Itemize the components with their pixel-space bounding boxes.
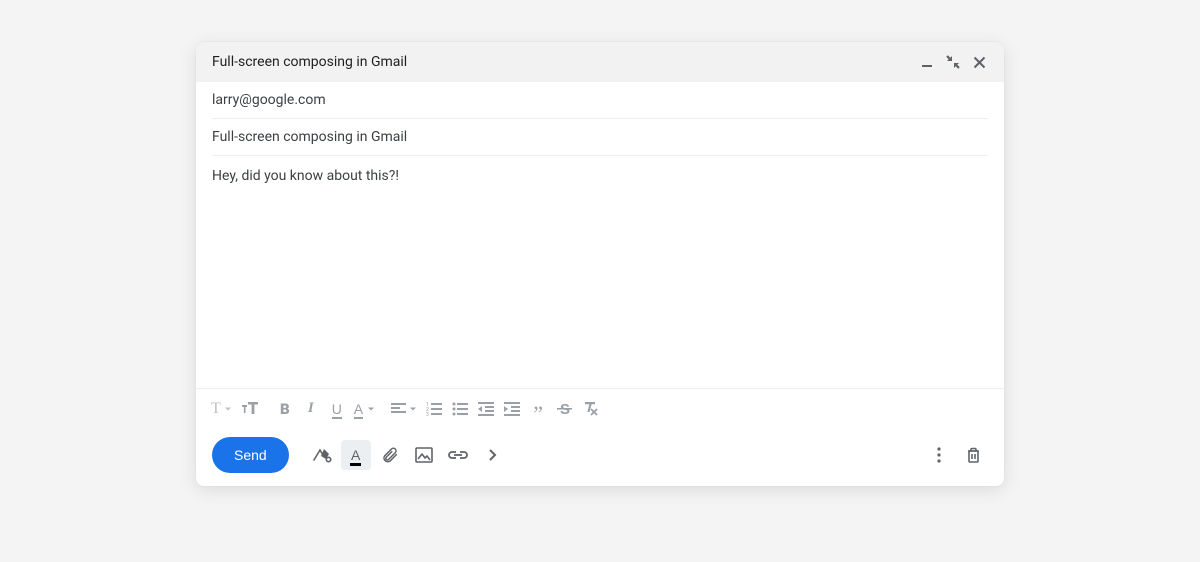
discard-draft-button[interactable]	[958, 440, 988, 470]
font-size-icon	[240, 401, 260, 417]
text-color-button[interactable]: A	[351, 395, 378, 423]
font-size-button[interactable]	[237, 395, 263, 423]
toggle-formatting-button[interactable]	[307, 440, 337, 470]
underline-icon: U	[332, 402, 342, 416]
strikethrough-icon: S	[557, 401, 572, 416]
pen-a-icon	[312, 446, 332, 464]
paperclip-icon	[381, 446, 399, 464]
numbered-list-button[interactable]: 123	[422, 395, 446, 423]
trash-icon	[966, 447, 981, 464]
close-icon	[973, 56, 986, 69]
align-button[interactable]	[388, 395, 420, 423]
text-style-button[interactable]: A	[341, 440, 371, 470]
bulleted-list-icon	[452, 402, 468, 416]
font-family-icon: T	[211, 400, 221, 418]
message-body[interactable]: Hey, did you know about this?!	[196, 156, 1004, 388]
bulleted-list-button[interactable]	[448, 395, 472, 423]
minimize-icon	[921, 56, 933, 68]
formatting-toolbar: T B I U A 123	[196, 388, 1004, 428]
close-button[interactable]	[968, 51, 990, 73]
header-fields: larry@google.com Full-screen composing i…	[196, 82, 1004, 156]
insert-link-button[interactable]	[443, 440, 473, 470]
strikethrough-button[interactable]: S	[552, 395, 576, 423]
subject-field[interactable]: Full-screen composing in Gmail	[212, 119, 988, 156]
italic-icon: I	[308, 400, 314, 417]
caret-down-icon	[224, 405, 232, 413]
more-vertical-icon	[937, 447, 941, 463]
italic-button[interactable]: I	[299, 395, 323, 423]
titlebar: Full-screen composing in Gmail	[196, 42, 1004, 82]
font-family-button[interactable]: T	[208, 395, 235, 423]
more-options-button[interactable]	[924, 440, 954, 470]
body-text: Hey, did you know about this?!	[212, 168, 399, 184]
bold-button[interactable]: B	[273, 395, 297, 423]
caret-down-icon	[367, 405, 375, 413]
numbered-list-icon: 123	[426, 402, 442, 416]
indent-less-button[interactable]	[474, 395, 498, 423]
align-icon	[391, 402, 406, 416]
quote-button[interactable]: ”	[526, 395, 550, 423]
underline-button[interactable]: U	[325, 395, 349, 423]
action-bar: Send A	[196, 428, 1004, 486]
indent-more-button[interactable]	[500, 395, 524, 423]
exit-fullscreen-button[interactable]	[942, 51, 964, 73]
link-icon	[448, 449, 468, 461]
compose-window: Full-screen composing in Gmail larry@goo…	[196, 42, 1004, 486]
indent-less-icon	[478, 402, 494, 416]
indent-more-icon	[504, 402, 520, 416]
insert-image-button[interactable]	[409, 440, 439, 470]
caret-down-icon	[409, 405, 417, 413]
more-insert-button[interactable]	[477, 440, 507, 470]
remove-formatting-button[interactable]	[578, 395, 602, 423]
bold-icon: B	[280, 400, 290, 418]
svg-text:3: 3	[426, 412, 429, 416]
text-style-icon: A	[351, 448, 360, 462]
chevron-right-icon	[487, 448, 497, 462]
image-icon	[415, 447, 433, 463]
send-button[interactable]: Send	[212, 437, 289, 473]
text-color-icon: A	[354, 402, 363, 416]
attach-button[interactable]	[375, 440, 405, 470]
remove-formatting-icon	[582, 401, 598, 416]
minimize-button[interactable]	[916, 51, 938, 73]
to-field[interactable]: larry@google.com	[212, 82, 988, 119]
exit-fullscreen-icon	[946, 55, 960, 69]
window-title: Full-screen composing in Gmail	[212, 54, 912, 70]
